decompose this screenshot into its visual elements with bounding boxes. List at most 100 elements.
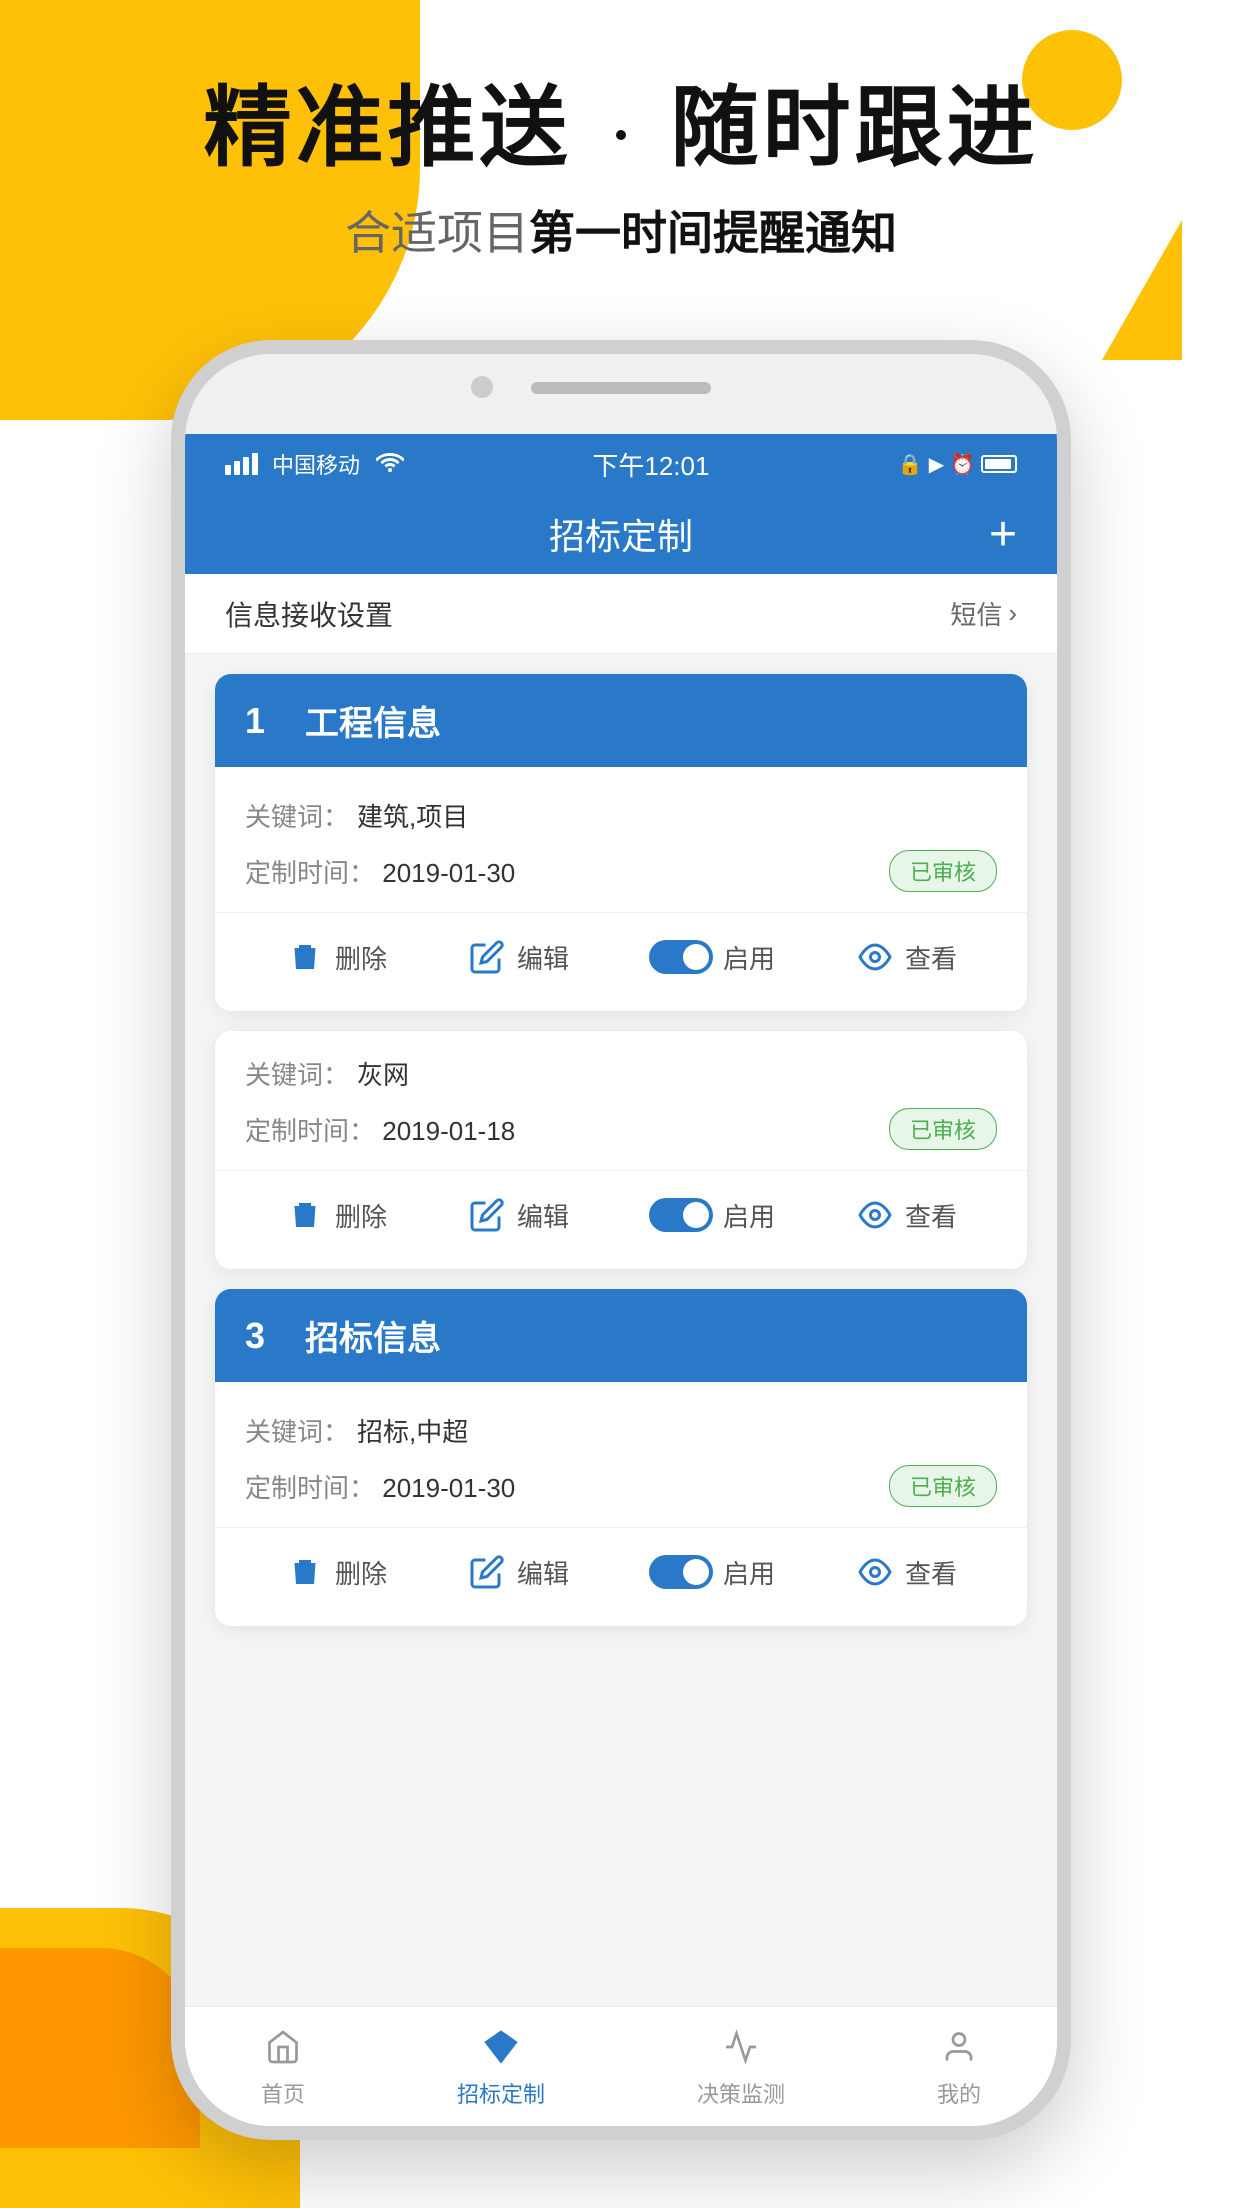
edit-icon-3 — [467, 1552, 507, 1592]
card-number-1: 1 — [245, 700, 285, 742]
edit-icon-2 — [467, 1195, 507, 1235]
card-item-3: 3 招标信息 关键词： 招标,中超 定制时间： 2019-01-30 已审核 — [215, 1289, 1027, 1626]
person-icon — [937, 2025, 981, 2069]
eye-icon-1 — [855, 937, 895, 977]
date-text-1: 定制时间： 2019-01-30 — [245, 853, 515, 890]
date-text-3: 定制时间： 2019-01-30 — [245, 1468, 515, 1505]
wifi-icon — [376, 450, 404, 479]
chart-icon — [719, 2025, 763, 2069]
nav-title: 招标定制 — [549, 508, 693, 560]
location-icon: ▶ — [929, 452, 944, 477]
status-badge-1: 已审核 — [889, 850, 997, 892]
card-keywords-row-1: 关键词： 建筑,项目 — [245, 797, 997, 834]
edit-button-1[interactable]: 编辑 — [467, 937, 569, 977]
diamond-icon — [479, 2025, 523, 2069]
toggle-button-3[interactable]: 启用 — [649, 1554, 775, 1591]
delete-label-3: 删除 — [335, 1554, 387, 1591]
nav-item-mine[interactable]: 我的 — [937, 2025, 981, 2109]
card-keywords-row-2: 关键词： 灰网 — [245, 1055, 997, 1092]
phone-mockup: 中国移动 下午12:01 🔒 ▶ ⏰ — [171, 340, 1071, 2140]
card-actions-2: 删除 编辑 — [245, 1171, 997, 1259]
nav-monitor-label: 决策监测 — [697, 2077, 785, 2109]
status-bar: 中国移动 下午12:01 🔒 ▶ ⏰ — [185, 434, 1057, 494]
status-right-icons: 🔒 ▶ ⏰ — [898, 452, 1017, 477]
subtitle-normal: 合适项目 — [345, 207, 529, 259]
delete-button-1[interactable]: 删除 — [285, 937, 387, 977]
header-section: 精准推送 随时跟进 合适项目第一时间提醒通知 — [0, 80, 1242, 263]
card-body-2: 关键词： 灰网 定制时间： 2019-01-18 已审核 — [215, 1031, 1027, 1269]
bg-decoration-bottom-orange — [0, 1948, 200, 2148]
card-date-row-3: 定制时间： 2019-01-30 已审核 — [245, 1465, 997, 1507]
home-icon — [261, 2025, 305, 2069]
edit-label-1: 编辑 — [517, 939, 569, 976]
edit-label-3: 编辑 — [517, 1554, 569, 1591]
view-label-3: 查看 — [905, 1554, 957, 1591]
header-dot — [616, 130, 626, 140]
header-title-part2: 随时跟进 — [670, 78, 1038, 177]
delete-button-3[interactable]: 删除 — [285, 1552, 387, 1592]
status-badge-2: 已审核 — [889, 1108, 997, 1150]
nav-item-bid[interactable]: 招标定制 — [457, 2025, 545, 2109]
carrier-name: 中国移动 — [272, 448, 360, 480]
toggle-button-2[interactable]: 启用 — [649, 1197, 775, 1234]
edit-button-2[interactable]: 编辑 — [467, 1195, 569, 1235]
info-receive-row[interactable]: 信息接收设置 短信 › — [185, 574, 1057, 654]
delete-label-2: 删除 — [335, 1197, 387, 1234]
status-time: 下午12:01 — [592, 446, 709, 483]
toggle-label-1: 启用 — [723, 939, 775, 976]
edit-icon-1 — [467, 937, 507, 977]
chevron-right-icon: › — [1008, 598, 1017, 629]
card-item-1: 1 工程信息 关键词： 建筑,项目 定制时间： 2019-01-30 已审核 — [215, 674, 1027, 1011]
battery-icon — [981, 455, 1017, 473]
card-item-2: 关键词： 灰网 定制时间： 2019-01-18 已审核 — [215, 1031, 1027, 1269]
header-subtitle: 合适项目第一时间提醒通知 — [0, 197, 1242, 263]
toggle-switch-3 — [649, 1555, 713, 1589]
header-title-part1: 精准推送 — [204, 78, 572, 177]
toggle-label-2: 启用 — [723, 1197, 775, 1234]
card-title-3: 招标信息 — [305, 1311, 441, 1360]
phone-screen: 中国移动 下午12:01 🔒 ▶ ⏰ — [185, 434, 1057, 2126]
card-date-row-2: 定制时间： 2019-01-18 已审核 — [245, 1108, 997, 1150]
trash-icon-2 — [285, 1195, 325, 1235]
eye-icon-3 — [855, 1552, 895, 1592]
subtitle-highlight: 第一时间提醒通知 — [529, 207, 897, 259]
card-title-1: 工程信息 — [305, 696, 441, 745]
signal-icon — [225, 453, 258, 475]
trash-icon-1 — [285, 937, 325, 977]
view-button-3[interactable]: 查看 — [855, 1552, 957, 1592]
header-title: 精准推送 随时跟进 — [0, 80, 1242, 177]
keywords-value-1: 建筑,项目 — [357, 797, 468, 834]
nav-bar: 招标定制 + — [185, 494, 1057, 574]
date-text-2: 定制时间： 2019-01-18 — [245, 1111, 515, 1148]
info-receive-value: 短信 › — [950, 595, 1017, 632]
card-number-3: 3 — [245, 1315, 285, 1357]
add-button[interactable]: + — [989, 507, 1017, 562]
card-actions-3: 删除 编辑 — [245, 1528, 997, 1616]
nav-mine-label: 我的 — [937, 2077, 981, 2109]
info-receive-label: 信息接收设置 — [225, 594, 393, 634]
edit-label-2: 编辑 — [517, 1197, 569, 1234]
view-button-1[interactable]: 查看 — [855, 937, 957, 977]
trash-icon-3 — [285, 1552, 325, 1592]
lock-icon: 🔒 — [898, 452, 923, 477]
keywords-label-1: 关键词： — [245, 797, 349, 834]
card-actions-1: 删除 编辑 — [245, 913, 997, 1001]
nav-bid-label: 招标定制 — [457, 2077, 545, 2109]
card-body-3: 关键词： 招标,中超 定制时间： 2019-01-30 已审核 — [215, 1382, 1027, 1626]
view-label-1: 查看 — [905, 939, 957, 976]
phone-speaker — [531, 382, 711, 394]
eye-icon-2 — [855, 1195, 895, 1235]
nav-item-home[interactable]: 首页 — [261, 2025, 305, 2109]
view-button-2[interactable]: 查看 — [855, 1195, 957, 1235]
toggle-switch-2 — [649, 1198, 713, 1232]
bottom-nav: 首页 招标定制 决策监测 — [185, 2006, 1057, 2126]
card-date-row-1: 定制时间： 2019-01-30 已审核 — [245, 850, 997, 892]
toggle-button-1[interactable]: 启用 — [649, 939, 775, 976]
edit-button-3[interactable]: 编辑 — [467, 1552, 569, 1592]
toggle-label-3: 启用 — [723, 1554, 775, 1591]
card-list: 1 工程信息 关键词： 建筑,项目 定制时间： 2019-01-30 已审核 — [185, 654, 1057, 1646]
card-body-1: 关键词： 建筑,项目 定制时间： 2019-01-30 已审核 — [215, 767, 1027, 1011]
phone-camera — [471, 376, 493, 398]
delete-button-2[interactable]: 删除 — [285, 1195, 387, 1235]
nav-item-monitor[interactable]: 决策监测 — [697, 2025, 785, 2109]
